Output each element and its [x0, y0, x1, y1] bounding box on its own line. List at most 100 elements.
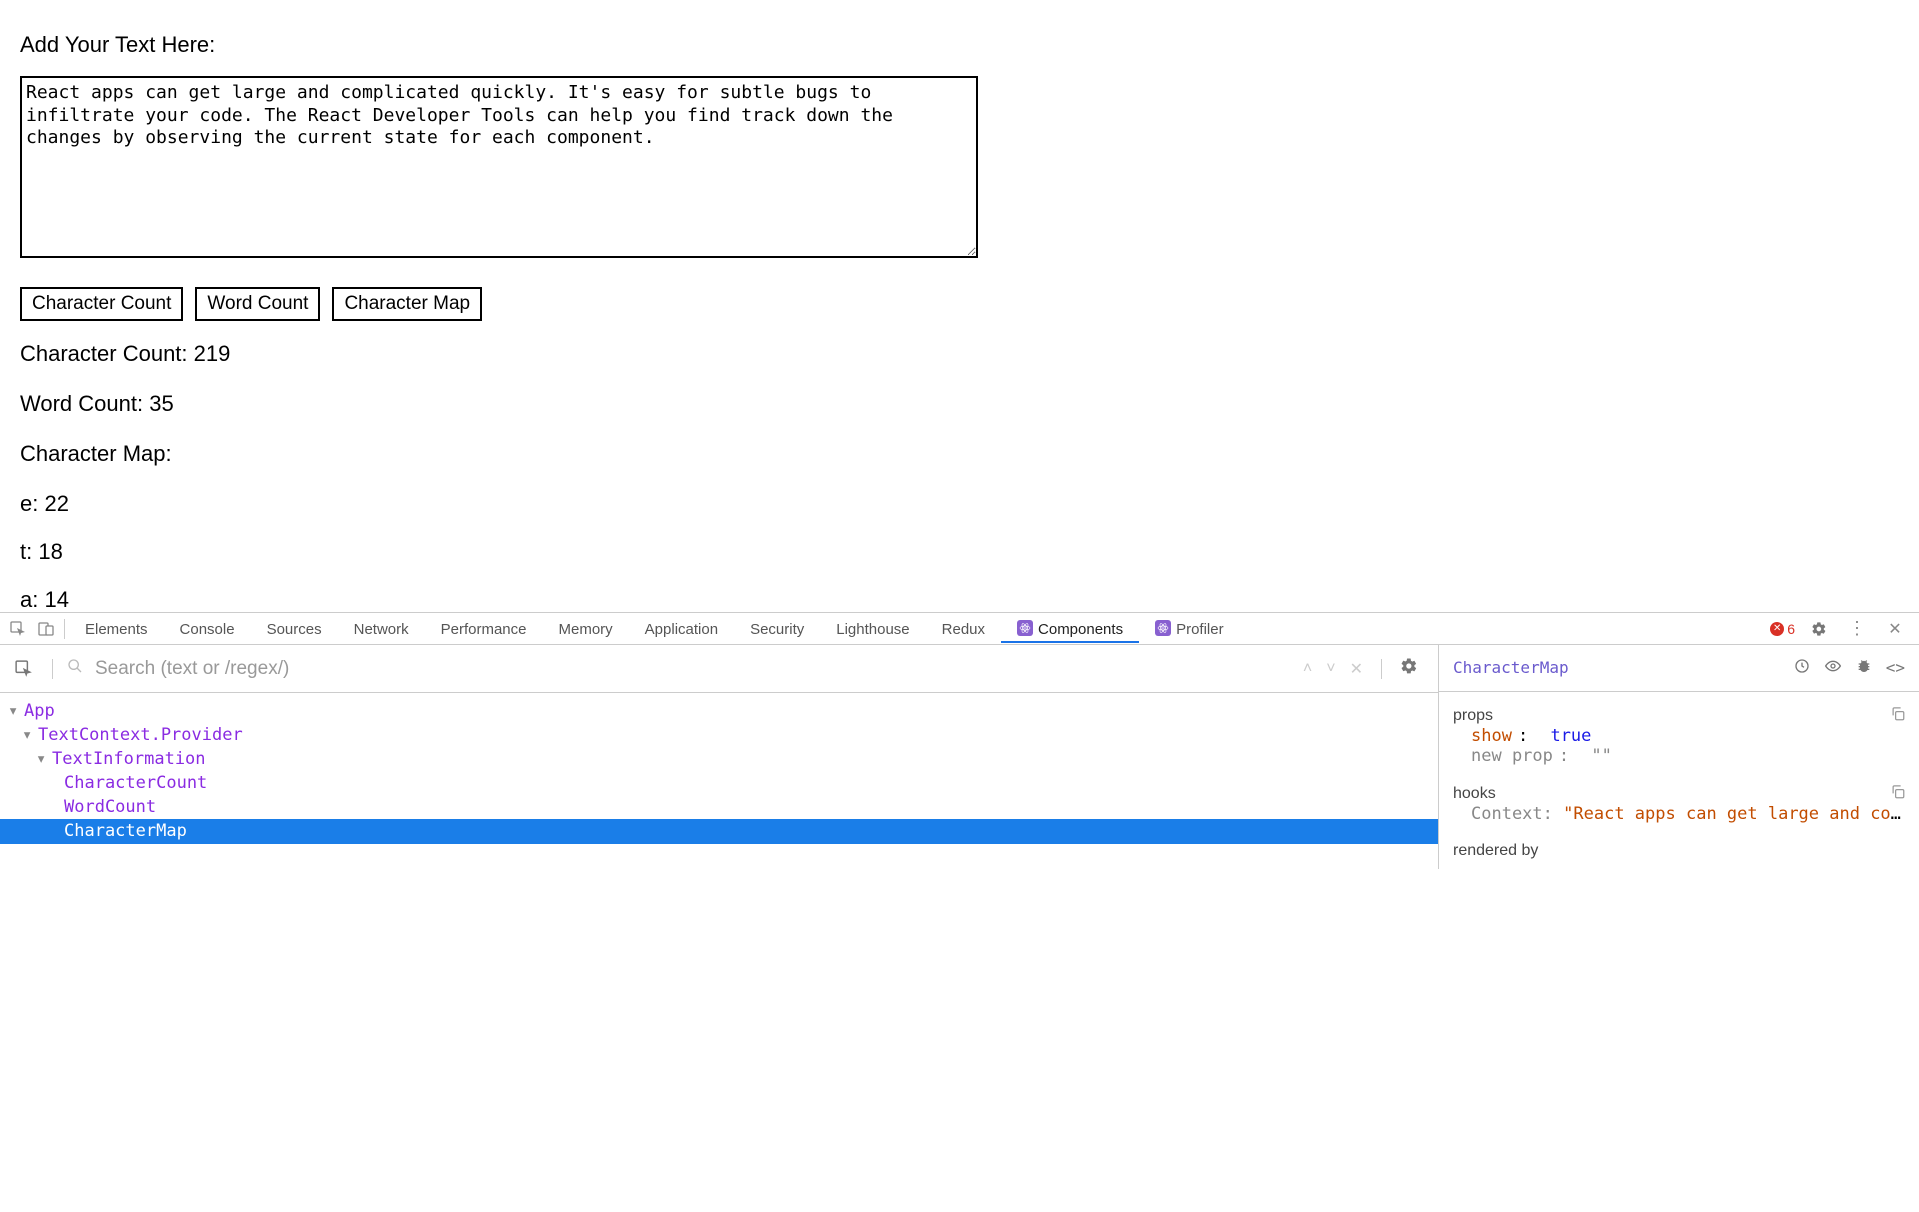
tab-lighthouse[interactable]: Lighthouse: [820, 615, 925, 643]
devtools-tabbar-right: ✕ 6 ⋮ ✕: [1770, 615, 1915, 643]
button-row: Character Count Word Count Character Map: [20, 287, 1899, 321]
hooks-label: hooks: [1453, 785, 1496, 803]
tab-memory[interactable]: Memory: [543, 615, 629, 643]
char-map-item: t: 18: [20, 539, 1899, 565]
divider: [64, 619, 65, 639]
error-count: 6: [1787, 621, 1795, 637]
search-input[interactable]: [93, 657, 1293, 681]
tree-node-label: TextInformation: [52, 748, 206, 770]
tree-node-label: CharacterMap: [64, 820, 187, 842]
prop-value: true: [1550, 726, 1591, 746]
char-map-count: 22: [44, 491, 68, 516]
error-indicator[interactable]: ✕ 6: [1770, 621, 1795, 637]
tab-components[interactable]: Components: [1001, 614, 1139, 643]
tab-elements[interactable]: Elements: [69, 615, 164, 643]
char-map-list: e: 22 t: 18 a: 14 o: 14: [20, 491, 1899, 612]
devtools-tabbar: Elements Console Sources Network Perform…: [0, 613, 1919, 645]
gear-icon[interactable]: [1400, 657, 1418, 680]
props-section: props show: true new prop: "": [1453, 706, 1905, 766]
word-count-button[interactable]: Word Count: [195, 287, 320, 321]
tree-row-app[interactable]: ▾ App: [0, 699, 1438, 723]
copy-icon[interactable]: [1890, 706, 1905, 726]
tab-console[interactable]: Console: [164, 615, 251, 643]
tab-profiler[interactable]: Profiler: [1139, 614, 1240, 643]
tree-toolbar: ˄ ˅ ✕: [0, 645, 1438, 693]
prop-key: show: [1471, 726, 1512, 746]
select-element-icon[interactable]: [10, 655, 38, 683]
chevron-down-icon[interactable]: ˅: [1326, 660, 1335, 678]
disclosure-triangle-icon[interactable]: ▾: [36, 748, 48, 770]
tree-row-charactermap[interactable]: CharacterMap: [0, 819, 1438, 843]
tree-node-label: TextContext.Provider: [38, 724, 243, 746]
app-content: Add Your Text Here: Character Count Word…: [0, 0, 1919, 612]
search-wrap: [67, 657, 1293, 681]
search-nav: ˄ ˅ ✕: [1303, 657, 1428, 680]
disclosure-triangle-icon[interactable]: ▾: [8, 700, 20, 722]
tab-application[interactable]: Application: [629, 615, 734, 643]
hooks-header: hooks: [1453, 784, 1905, 804]
components-panel: ˄ ˅ ✕ ▾ App ▾ TextContext.Provider: [0, 645, 1919, 869]
prop-key: new prop: [1471, 746, 1553, 766]
tab-network[interactable]: Network: [338, 615, 425, 643]
character-map-button[interactable]: Character Map: [332, 287, 482, 321]
rendered-by-section: rendered by: [1453, 842, 1905, 860]
prop-row-show[interactable]: show: true: [1453, 726, 1905, 746]
tab-components-label: Components: [1038, 621, 1123, 638]
component-tree-column: ˄ ˅ ✕ ▾ App ▾ TextContext.Provider: [0, 645, 1439, 869]
kebab-menu-icon[interactable]: ⋮: [1843, 615, 1871, 643]
error-icon: ✕: [1770, 622, 1784, 636]
textarea-wrap: [20, 76, 1899, 263]
suspend-icon[interactable]: [1794, 658, 1810, 678]
copy-icon[interactable]: [1890, 784, 1905, 804]
eye-icon[interactable]: [1824, 658, 1842, 678]
text-input[interactable]: [20, 76, 978, 258]
prop-colon: :: [1518, 726, 1528, 746]
bug-icon[interactable]: [1856, 658, 1872, 678]
component-tree[interactable]: ▾ App ▾ TextContext.Provider ▾ TextInfor…: [0, 693, 1438, 844]
clear-search-icon[interactable]: ✕: [1350, 659, 1363, 679]
prop-row-newprop[interactable]: new prop: "": [1453, 746, 1905, 766]
gear-icon[interactable]: [1805, 615, 1833, 643]
source-icon[interactable]: <>: [1886, 658, 1905, 678]
char-map-item: e: 22: [20, 491, 1899, 517]
disclosure-triangle-icon[interactable]: ▾: [22, 724, 34, 746]
tree-node-label: WordCount: [64, 796, 156, 818]
tab-profiler-label: Profiler: [1176, 621, 1224, 638]
textarea-label: Add Your Text Here:: [20, 32, 1899, 58]
tab-redux[interactable]: Redux: [926, 615, 1001, 643]
tree-node-label: App: [24, 700, 55, 722]
tree-row-provider[interactable]: ▾ TextContext.Provider: [0, 723, 1438, 747]
hook-key: Context: [1471, 804, 1543, 824]
tree-row-textinformation[interactable]: ▾ TextInformation: [0, 747, 1438, 771]
char-map-char: t: [20, 539, 26, 564]
props-label: props: [1453, 707, 1493, 725]
hook-row-context[interactable]: Context: "React apps can get large and c…: [1453, 804, 1905, 824]
chevron-up-icon[interactable]: ˄: [1303, 660, 1312, 678]
detail-body: props show: true new prop: "": [1439, 692, 1919, 869]
detail-title: CharacterMap: [1453, 658, 1569, 677]
tree-row-wordcount[interactable]: WordCount: [0, 795, 1438, 819]
word-count-value: 35: [149, 391, 173, 416]
detail-header-icons: <>: [1794, 658, 1905, 678]
component-detail-column: CharacterMap <> prop: [1439, 645, 1919, 869]
rendered-by-label: rendered by: [1453, 842, 1905, 860]
hook-colon: :: [1543, 804, 1553, 824]
divider: [1381, 659, 1382, 679]
prop-colon: :: [1559, 746, 1569, 766]
prop-value: "": [1591, 746, 1611, 766]
char-map-char: e: [20, 491, 32, 516]
device-toolbar-icon[interactable]: [32, 615, 60, 643]
search-icon: [67, 658, 83, 680]
tab-performance[interactable]: Performance: [425, 615, 543, 643]
react-icon: [1017, 620, 1033, 636]
character-count-button[interactable]: Character Count: [20, 287, 183, 321]
hooks-section: hooks Context: "React apps can get large…: [1453, 784, 1905, 824]
close-icon[interactable]: ✕: [1881, 615, 1909, 643]
detail-header: CharacterMap <>: [1439, 645, 1919, 692]
inspect-element-icon[interactable]: [4, 615, 32, 643]
char-map-count: 18: [38, 539, 62, 564]
tree-row-charactercount[interactable]: CharacterCount: [0, 771, 1438, 795]
tree-node-label: CharacterCount: [64, 772, 207, 794]
tab-sources[interactable]: Sources: [251, 615, 338, 643]
tab-security[interactable]: Security: [734, 615, 820, 643]
